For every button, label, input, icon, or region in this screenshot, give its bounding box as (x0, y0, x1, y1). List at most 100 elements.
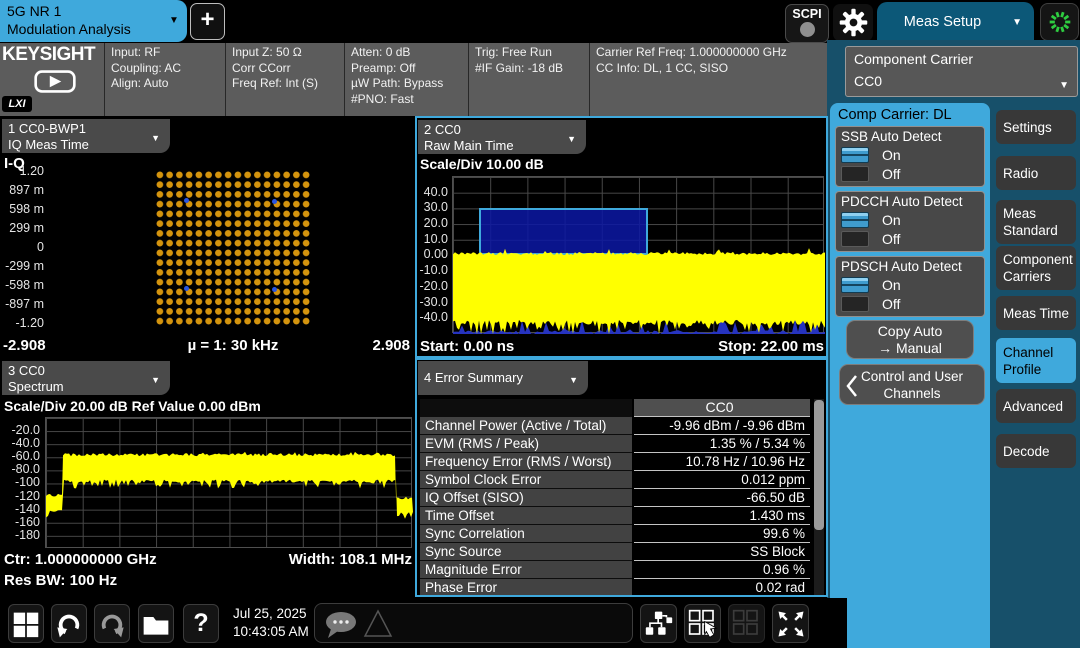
row-label: Channel Power (Active / Total) (420, 417, 632, 435)
mode-tab[interactable]: 5G NR 1 Modulation Analysis ▼ (0, 0, 187, 42)
w2-scale-label: Scale/Div 10.00 dB (420, 156, 544, 172)
measurement-status-button[interactable] (1040, 3, 1079, 41)
info-line: Freq Ref: Int (S) (232, 76, 344, 92)
fullscreen-button[interactable] (772, 604, 809, 643)
iq-constellation-plot[interactable] (155, 170, 311, 326)
copy-auto-to-manual-button[interactable]: Copy Auto → Manual (846, 320, 974, 359)
redo-button[interactable] (94, 604, 130, 643)
annotation-message-area[interactable] (314, 603, 633, 643)
tab-label: Decode (1003, 443, 1050, 460)
component-carrier-dropdown[interactable]: Component Carrier CC0 ▼ (845, 46, 1078, 97)
chevron-left-icon (845, 374, 858, 398)
panel-title: Comp Carrier: DL (838, 107, 952, 123)
table-row[interactable]: Phase Error0.02 rad (420, 579, 810, 597)
control-user-channels-button[interactable]: Control and User Channels (839, 364, 985, 405)
add-screen-button[interactable]: + (190, 3, 225, 40)
mode-tab-line2: Modulation Analysis (7, 21, 131, 37)
raw-main-time-trace (453, 177, 825, 334)
layout-tree-button[interactable] (640, 604, 677, 643)
copy-button-line2: → Manual (878, 340, 942, 357)
window1-title2: IQ Meas Time (8, 137, 170, 153)
w3-ytick: -140 (2, 502, 40, 516)
home-button[interactable] (8, 604, 44, 643)
scpi-label: SCPI (786, 7, 828, 21)
row-value: 0.012 ppm (634, 471, 810, 489)
window1-header-dropdown[interactable]: 1 CC0-BWP1 IQ Meas Time ▼ (2, 119, 170, 153)
tab-settings[interactable]: Settings (996, 110, 1076, 144)
tab-decode[interactable]: Decode (996, 434, 1076, 468)
ssb-on-option[interactable]: On (841, 147, 979, 163)
undo-button[interactable] (51, 604, 87, 643)
window3-title1: 3 CC0 (8, 363, 170, 379)
info-col-impedance[interactable]: Input Z: 50 Ω Corr CCorr Freq Ref: Int (… (225, 43, 344, 116)
row-label: Time Offset (420, 507, 632, 525)
pdsch-off-option[interactable]: Off (841, 296, 979, 312)
table-scrollbar-thumb[interactable] (814, 400, 824, 530)
w2-stop-label: Stop: 22.00 ms (620, 338, 824, 355)
w1-ytick: 299 m (0, 221, 44, 235)
scpi-status-button[interactable]: SCPI (785, 4, 829, 43)
tab-radio[interactable]: Radio (996, 156, 1076, 190)
row-label: Phase Error (420, 579, 632, 597)
w2-ytick: 10.0 (414, 232, 448, 246)
date-text: Jul 25, 2025 (233, 605, 309, 623)
spectrum-plot[interactable] (45, 417, 412, 548)
window2-title1: 2 CC0 (424, 122, 586, 138)
speech-bubble-icon (323, 610, 361, 640)
window4-header-dropdown[interactable]: 4 Error Summary ▼ (418, 361, 588, 395)
undo-icon (54, 609, 84, 639)
table-row[interactable]: Sync Correlation99.6 % (420, 525, 810, 543)
window3-title2: Spectrum (8, 379, 170, 395)
on-label: On (882, 147, 901, 163)
table-row[interactable]: IQ Offset (SISO)-66.50 dB (420, 489, 810, 507)
tab-label: Meas Standard (1003, 205, 1058, 239)
window-select-button[interactable] (684, 604, 721, 643)
tab-channel-profile[interactable]: Channel Profile (996, 338, 1076, 383)
w1-ytick: 1.20 (0, 164, 44, 178)
grid-hand-icon (688, 609, 718, 639)
pdcch-auto-detect-group: PDCCH Auto Detect On Off (835, 191, 985, 252)
system-settings-button[interactable] (833, 4, 873, 41)
info-col-atten[interactable]: Atten: 0 dB Preamp: Off µW Path: Bypass … (344, 43, 468, 116)
tab-label: Radio (1003, 165, 1038, 182)
table-row[interactable]: Channel Power (Active / Total)-9.96 dBm … (420, 417, 810, 435)
ssb-off-option[interactable]: Off (841, 166, 979, 182)
info-col-trigger[interactable]: Trig: Free Run #IF Gain: -18 dB (468, 43, 589, 116)
mode-tab-line1: 5G NR 1 (7, 3, 61, 19)
file-explorer-button[interactable] (138, 604, 174, 643)
toggle-off-icon (841, 231, 869, 247)
table-row[interactable]: Frequency Error (RMS / Worst)10.78 Hz / … (420, 453, 810, 471)
tab-component-carriers[interactable]: Component Carriers (996, 246, 1076, 290)
raw-main-time-plot[interactable] (452, 176, 824, 333)
info-col-input[interactable]: Input: RF Coupling: AC Align: Auto (104, 43, 225, 116)
tab-advanced[interactable]: Advanced (996, 389, 1076, 423)
pdcch-off-option[interactable]: Off (841, 231, 979, 247)
info-col-carrier[interactable]: Carrier Ref Freq: 1.000000000 GHz CC Inf… (589, 43, 828, 116)
meas-setup-menu-tab[interactable]: Meas Setup ▼ (877, 2, 1034, 43)
table-scrollbar-track[interactable] (814, 399, 824, 597)
window2-header-dropdown[interactable]: 2 CC0 Raw Main Time ▼ (418, 120, 586, 154)
tab-meas-time[interactable]: Meas Time (996, 296, 1076, 330)
spectrum-trace (46, 418, 413, 549)
toggle-on-icon (841, 277, 869, 293)
pdcch-on-option[interactable]: On (841, 212, 979, 228)
multi-window-button-disabled[interactable] (728, 604, 765, 643)
info-line: Coupling: AC (111, 61, 225, 77)
help-button[interactable]: ? (183, 604, 219, 643)
toggle-on-icon (841, 147, 869, 163)
table-row[interactable]: Sync SourceSS Block (420, 543, 810, 561)
row-value: -66.50 dB (634, 489, 810, 507)
info-line: µW Path: Bypass (351, 76, 468, 92)
w1-xmin-label: -2.908 (3, 337, 46, 354)
table-row[interactable]: Time Offset1.430 ms (420, 507, 810, 525)
chevron-down-icon: ▼ (569, 373, 578, 389)
w3-rbw-label: Res BW: 100 Hz (4, 572, 117, 589)
table-row[interactable]: Symbol Clock Error0.012 ppm (420, 471, 810, 489)
tab-meas-standard[interactable]: Meas Standard (996, 200, 1076, 244)
window3-header-dropdown[interactable]: 3 CC0 Spectrum ▼ (2, 361, 170, 395)
row-value: 10.78 Hz / 10.96 Hz (634, 453, 810, 471)
pdsch-on-option[interactable]: On (841, 277, 979, 293)
table-row[interactable]: Magnitude Error0.96 % (420, 561, 810, 579)
table-row[interactable]: EVM (RMS / Peak)1.35 % / 5.34 % (420, 435, 810, 453)
w3-ytick: -80.0 (2, 462, 40, 476)
